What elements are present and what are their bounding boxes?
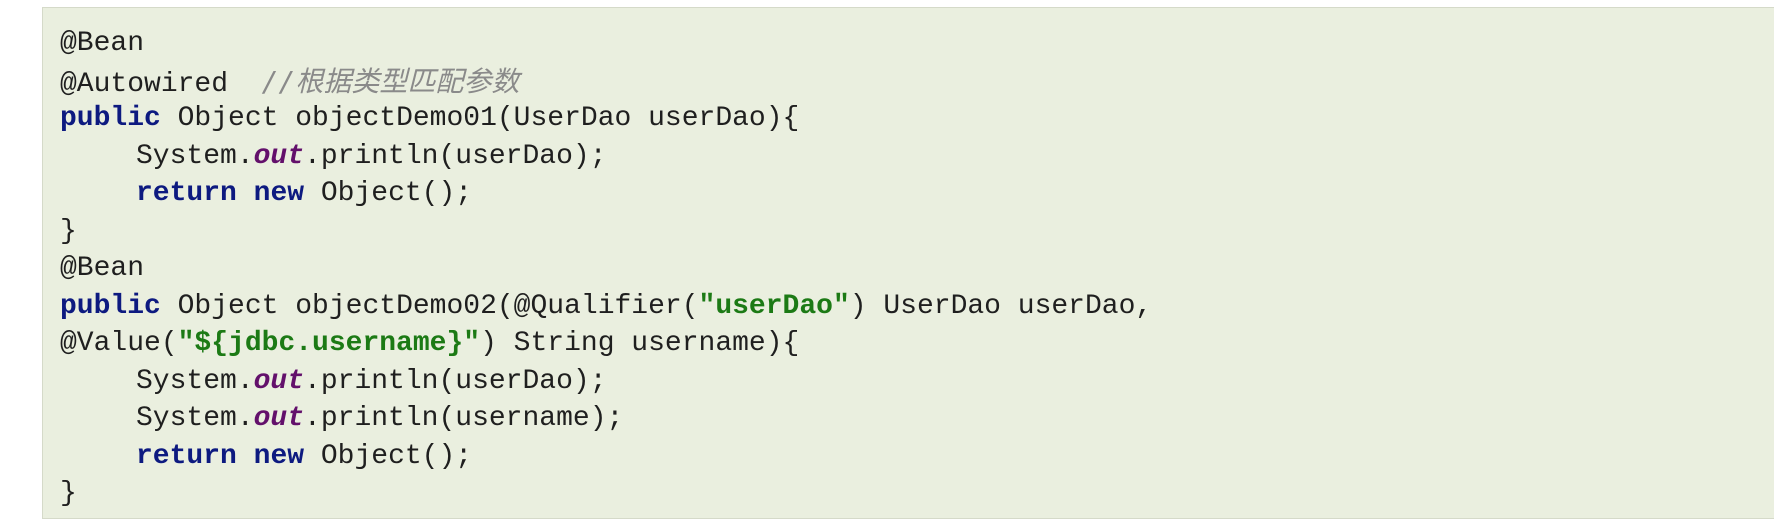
annotation-bean: @Bean (60, 28, 145, 59)
code-line-5: return new Object(); (60, 175, 472, 212)
code-line-2: @Autowired //根据类型匹配参数 (60, 63, 519, 100)
closing-brace: } (60, 216, 77, 247)
code-line-8: public Object objectDemo02(@Qualifier("u… (60, 288, 1152, 325)
code-text: Object(); (304, 441, 473, 472)
method-signature: Object objectDemo01(UserDao userDao){ (160, 103, 800, 134)
code-line-4: System.out.println(userDao); (60, 138, 607, 175)
code-text: @Value( (60, 328, 178, 359)
closing-brace: } (60, 478, 77, 509)
code-text: System. (136, 403, 254, 434)
keyword-public: public (60, 103, 161, 134)
keyword-new: new (253, 441, 305, 472)
keyword-return: return (136, 178, 237, 209)
code-text: .println(username); (304, 403, 624, 434)
code-text: .println(userDao); (304, 366, 607, 397)
comment: //根据类型匹配参数 (261, 65, 520, 98)
keyword-new: new (253, 178, 305, 209)
code-line-12: return new Object(); (60, 438, 472, 475)
code-line-13: } (60, 475, 77, 512)
code-line-1: @Bean (60, 25, 144, 62)
code-text: ) UserDao userDao, (849, 291, 1153, 322)
code-text: .println(userDao); (304, 141, 607, 172)
code-line-10: System.out.println(userDao); (60, 363, 607, 400)
code-block: @Bean @Autowired //根据类型匹配参数 public Objec… (42, 7, 1774, 519)
code-text: Object objectDemo02(@Qualifier( (160, 291, 699, 322)
code-text: ) String username){ (480, 328, 800, 359)
code-text: System. (136, 366, 254, 397)
static-field-out: out (253, 141, 305, 172)
annotation-bean: @Bean (60, 253, 145, 284)
keyword-public: public (60, 291, 161, 322)
code-line-9: @Value("${jdbc.username}") String userna… (60, 325, 799, 362)
keyword-return: return (136, 441, 237, 472)
string-literal: "${jdbc.username}" (177, 328, 481, 359)
code-text: Object(); (304, 178, 473, 209)
code-line-11: System.out.println(username); (60, 400, 623, 437)
code-line-7: @Bean (60, 250, 144, 287)
code-text: System. (136, 141, 254, 172)
annotation-autowired: @Autowired (60, 69, 262, 100)
code-line-3: public Object objectDemo01(UserDao userD… (60, 100, 799, 137)
static-field-out: out (253, 403, 305, 434)
code-line-6: } (60, 213, 77, 250)
static-field-out: out (253, 366, 305, 397)
string-literal: "userDao" (698, 291, 850, 322)
